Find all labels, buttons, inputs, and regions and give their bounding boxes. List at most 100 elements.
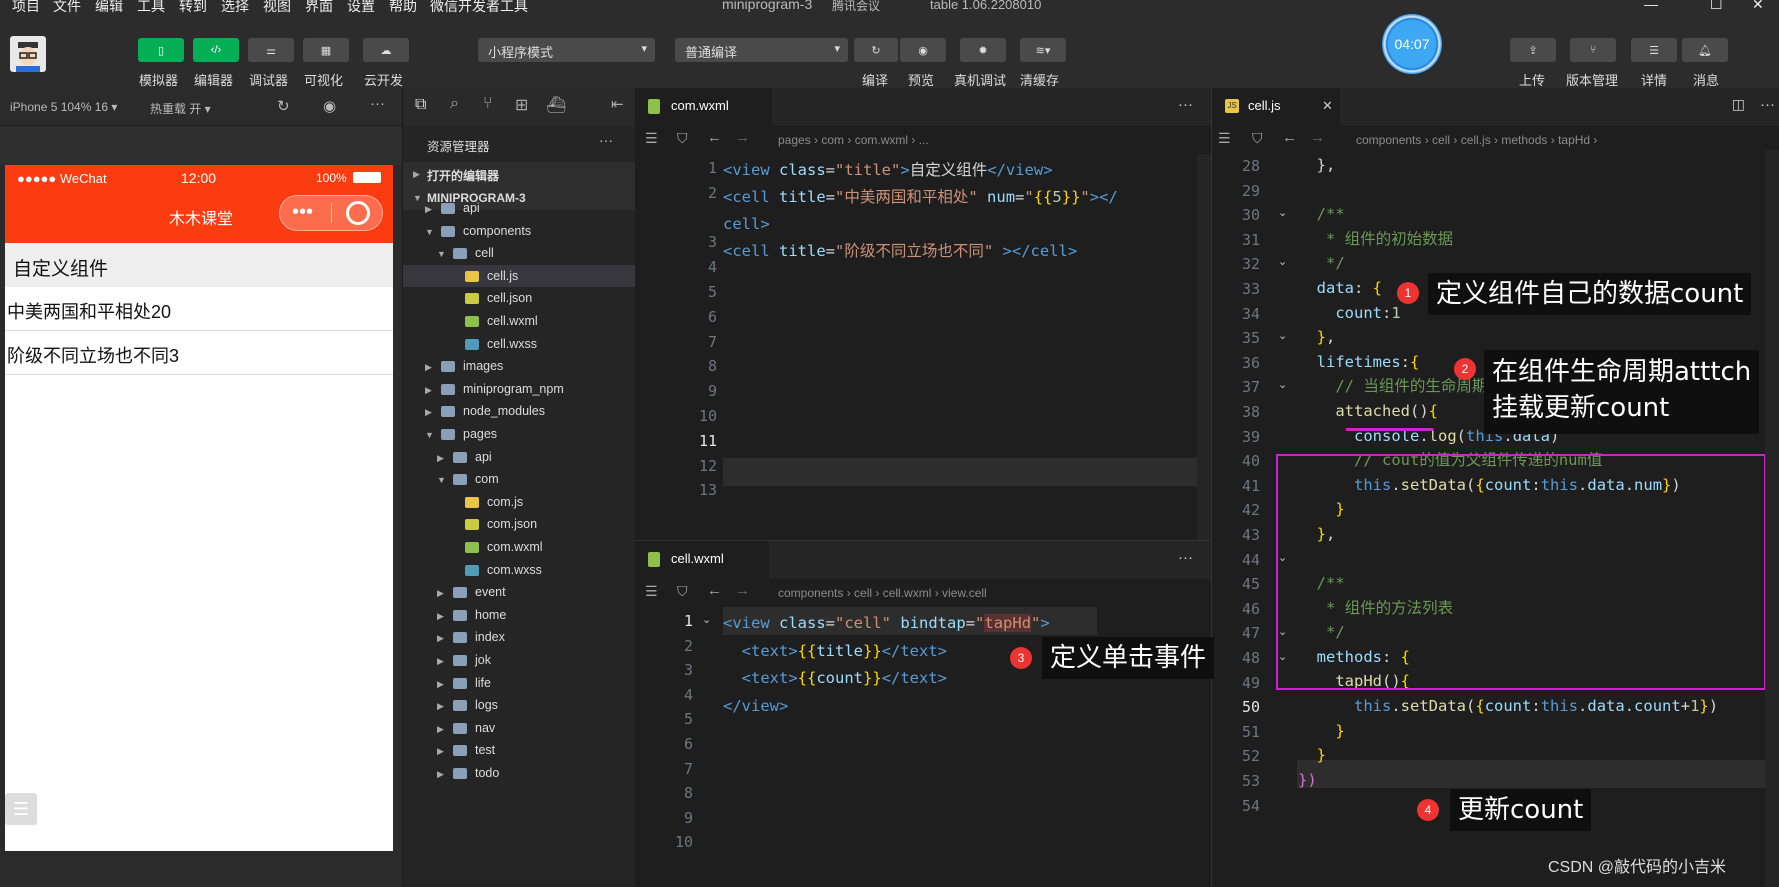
breadcrumb-path[interactable]: components › cell › cell.wxml › view.cel… — [778, 586, 987, 600]
menu-goto[interactable]: 转到 — [179, 0, 207, 14]
bookmark-icon[interactable]: ⛉ — [677, 130, 688, 147]
menu-interface[interactable]: 界面 — [305, 0, 333, 14]
tab-cell-js[interactable]: JS cell.js ✕ — [1212, 88, 1340, 126]
list-icon[interactable]: ☰ — [645, 130, 658, 147]
folder-item[interactable]: ▶ todo — [403, 762, 636, 784]
more-icon[interactable]: ··· — [370, 95, 385, 112]
close-miniprogram-icon[interactable] — [346, 201, 370, 225]
code-com-wxml[interactable]: <view class="title">自定义组件</view> <cell t… — [723, 157, 1118, 265]
folder-item[interactable]: ▼ cell — [403, 242, 636, 264]
file-item[interactable]: com.wxss — [403, 559, 636, 581]
editor-more-icon[interactable]: ··· — [1178, 549, 1193, 566]
compile-button[interactable]: ↻ — [854, 38, 898, 62]
menu-view[interactable]: 视图 — [263, 0, 291, 14]
forward-arrow-icon[interactable]: → — [735, 129, 750, 146]
folder-item[interactable]: ▶ images — [403, 355, 636, 377]
menu-tools[interactable]: 工具 — [137, 0, 165, 14]
upload-button[interactable]: ⇪ — [1510, 38, 1556, 62]
fold-chevron-icon[interactable]: ⌄ — [1278, 206, 1287, 219]
tab-cell-wxml[interactable]: cell.wxml — [635, 541, 769, 579]
fold-chevron-icon[interactable]: ⌄ — [702, 613, 711, 626]
folder-item[interactable]: ▶ life — [403, 672, 636, 694]
bookmark-icon[interactable]: ⛉ — [1252, 130, 1263, 147]
folder-item[interactable]: ▶ api — [403, 446, 636, 468]
folder-item[interactable]: ▶ event — [403, 581, 636, 603]
breadcrumb-path[interactable]: components › cell › cell.js › methods › … — [1356, 133, 1597, 147]
tab-com-wxml[interactable]: com.wxml — [635, 88, 772, 126]
file-item[interactable]: cell.js — [403, 264, 636, 287]
back-arrow-icon[interactable]: ← — [1282, 129, 1297, 146]
breadcrumb-path[interactable]: pages › com › com.wxml › ... — [778, 133, 929, 147]
menu-help[interactable]: 帮助 — [389, 0, 417, 14]
folder-item[interactable]: ▶ api — [403, 197, 636, 219]
editor-button[interactable]: ‹/› — [193, 38, 239, 62]
menu-edit[interactable]: 编辑 — [95, 0, 123, 14]
folder-item[interactable]: ▶ nav — [403, 717, 636, 739]
menu-file[interactable]: 文件 — [53, 0, 81, 14]
cell-row[interactable]: 中美两国和平相处20 — [5, 287, 393, 331]
folder-item[interactable]: ▼ components — [403, 220, 636, 242]
cell-row[interactable]: 阶级不同立场也不同3 — [5, 331, 393, 375]
file-item[interactable]: cell.wxss — [403, 333, 636, 355]
file-item[interactable]: cell.wxml — [403, 310, 636, 332]
close-tab-icon[interactable]: ✕ — [1322, 98, 1333, 114]
scrollbar[interactable] — [1765, 150, 1779, 887]
clear-cache-button[interactable]: ≋▾ — [1020, 38, 1066, 62]
file-item[interactable]: com.js — [403, 491, 636, 513]
folder-item[interactable]: ▶ miniprogram_npm — [403, 378, 636, 400]
vconsole-icon[interactable]: ☰ — [5, 793, 37, 825]
folder-item[interactable]: ▼ pages — [403, 423, 636, 445]
forward-arrow-icon[interactable]: → — [735, 582, 750, 599]
messages-button[interactable]: 🔔︎ — [1682, 38, 1728, 62]
file-item[interactable]: com.wxml — [403, 536, 636, 558]
simulator-button[interactable]: ▯ — [138, 38, 184, 62]
folder-item[interactable]: ▼ com — [403, 468, 636, 490]
fold-chevron-icon[interactable]: ⌄ — [1278, 329, 1287, 342]
list-icon[interactable]: ☰ — [645, 583, 658, 600]
hot-reload-toggle[interactable]: 热重载 开 ▾ — [150, 100, 211, 117]
debugger-button[interactable]: ⚌ — [248, 38, 294, 62]
menu-wechat-devtools[interactable]: 微信开发者工具 — [430, 0, 528, 14]
device-select[interactable]: iPhone 5 104% 16 ▾ — [10, 100, 117, 114]
bookmark-icon[interactable]: ⛉ — [677, 583, 688, 600]
file-item[interactable]: cell.json — [403, 287, 636, 309]
avatar[interactable] — [10, 36, 46, 72]
folder-item[interactable]: ▶ home — [403, 604, 636, 626]
cloud-button[interactable]: ☁ — [363, 38, 409, 62]
maximize-icon[interactable]: ☐ — [1710, 0, 1723, 13]
code-cell-wxml[interactable]: <view class="cell" bindtap="tapHd"> <tex… — [723, 610, 1050, 720]
minimize-icon[interactable]: — — [1644, 0, 1658, 12]
back-arrow-icon[interactable]: ← — [707, 582, 722, 599]
real-debug-button[interactable]: ✹ — [960, 38, 1006, 62]
menu-project[interactable]: 项目 — [12, 0, 40, 14]
folder-item[interactable]: ▶ test — [403, 739, 636, 761]
capsule-button[interactable]: ••• — [279, 195, 383, 231]
close-window-icon[interactable]: ✕ — [1752, 0, 1764, 13]
folder-item[interactable]: ▶ index — [403, 626, 636, 648]
forward-arrow-icon[interactable]: → — [1310, 129, 1325, 146]
mode-select[interactable]: 小程序模式 — [478, 38, 655, 62]
record-icon[interactable]: ◉ — [323, 97, 336, 115]
fold-chevron-icon[interactable]: ⌄ — [1278, 378, 1287, 391]
file-item[interactable]: com.json — [403, 513, 636, 535]
more-dots-icon[interactable]: ••• — [292, 200, 313, 224]
folder-item[interactable]: ▶ jok — [403, 649, 636, 671]
back-arrow-icon[interactable]: ← — [707, 129, 722, 146]
meeting-timer[interactable]: 04:07 — [1382, 14, 1442, 74]
fold-chevron-icon[interactable]: ⌄ — [1278, 255, 1287, 268]
list-icon[interactable]: ☰ — [1218, 130, 1231, 147]
split-editor-icon[interactable]: ◫ — [1732, 96, 1745, 113]
rotate-icon[interactable]: ↻ — [277, 97, 290, 115]
version-mgmt-button[interactable]: ⑂ — [1570, 38, 1616, 62]
editor-more-icon[interactable]: ··· — [1178, 96, 1193, 113]
folder-item[interactable]: ▶ node_modules — [403, 400, 636, 422]
preview-button[interactable]: ◉ — [900, 38, 946, 62]
compile-mode-select[interactable]: 普通编译 — [675, 38, 848, 62]
scrollbar[interactable] — [1197, 154, 1211, 540]
menu-select[interactable]: 选择 — [221, 0, 249, 14]
editor-more-icon[interactable]: ··· — [1760, 96, 1775, 113]
menu-settings[interactable]: 设置 — [347, 0, 375, 14]
visual-button[interactable]: ▦ — [303, 38, 349, 62]
folder-item[interactable]: ▶ logs — [403, 694, 636, 716]
details-button[interactable]: ☰ — [1631, 38, 1677, 62]
